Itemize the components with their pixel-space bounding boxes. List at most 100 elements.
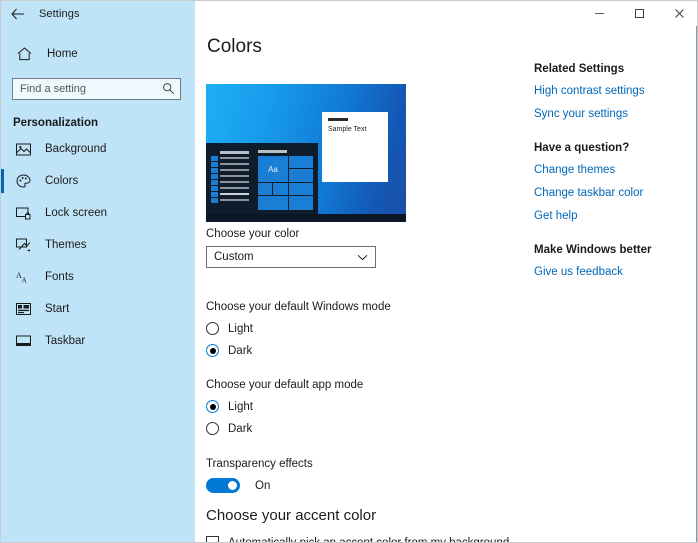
preview-taskbar — [206, 214, 406, 222]
auto-accent-checkbox[interactable] — [206, 536, 219, 542]
accent-section: Choose your accent color Automatically p… — [206, 507, 510, 543]
maximize-button[interactable] — [619, 1, 659, 25]
sidebar-item-lock-screen[interactable]: Lock screen — [1, 197, 195, 229]
preview-tile-aa: Aa — [258, 156, 288, 182]
radio-icon — [206, 422, 219, 435]
app-mode-option-light-label: Light — [228, 400, 253, 413]
themes-icon — [13, 235, 33, 255]
sidebar-item-background-label: Background — [45, 143, 107, 155]
choose-color-value: Custom — [214, 251, 254, 263]
palette-icon — [13, 171, 33, 191]
link-high-contrast-settings[interactable]: High contrast settings — [534, 85, 684, 97]
close-icon — [674, 8, 684, 18]
windows-mode-label: Choose your default Windows mode — [206, 301, 391, 313]
preview-app-window: Sample Text — [322, 112, 388, 182]
app-mode-option-dark-label: Dark — [228, 422, 253, 435]
preview-app-list — [211, 150, 249, 210]
sidebar-item-fonts-label: Fonts — [45, 271, 74, 283]
link-change-themes[interactable]: Change themes — [534, 164, 684, 176]
rail-group-have-a-question: Have a question? Change themes Change ta… — [534, 142, 684, 222]
choose-color-section: Choose your color Custom — [206, 228, 376, 268]
link-get-help[interactable]: Get help — [534, 210, 684, 222]
window-controls — [195, 1, 697, 26]
auto-accent-checkbox-row[interactable]: Automatically pick an accent color from … — [206, 536, 510, 543]
lock-screen-icon — [13, 203, 33, 223]
taskbar-icon — [13, 331, 33, 351]
sidebar-item-start-label: Start — [45, 303, 70, 315]
back-arrow-icon — [11, 8, 24, 19]
sidebar: Home Personalization Background — [1, 26, 195, 542]
minimize-icon — [594, 12, 604, 14]
title-bar: Settings — [1, 1, 697, 26]
sidebar-item-taskbar[interactable]: Taskbar — [1, 325, 195, 357]
transparency-toggle-row: On — [206, 478, 313, 493]
app-mode-option-light[interactable]: Light — [206, 400, 363, 413]
home-icon — [13, 43, 35, 65]
content-scrollbar[interactable] — [696, 26, 697, 542]
sidebar-item-lock-screen-label: Lock screen — [45, 207, 108, 219]
sidebar-item-colors[interactable]: Colors — [1, 165, 195, 197]
svg-text:A: A — [21, 276, 26, 284]
sidebar-item-start[interactable]: Start — [1, 293, 195, 325]
chevron-down-icon — [357, 248, 368, 266]
link-give-us-feedback[interactable]: Give us feedback — [534, 266, 684, 278]
rail-heading-have-a-question: Have a question? — [534, 142, 630, 154]
rail-group-make-windows-better: Make Windows better Give us feedback — [534, 244, 684, 278]
sidebar-item-taskbar-label: Taskbar — [45, 335, 86, 347]
windows-mode-option-light-label: Light — [228, 322, 253, 335]
transparency-section: Transparency effects On — [206, 458, 313, 493]
app-mode-label: Choose your default app mode — [206, 379, 364, 391]
window-title: Settings — [39, 7, 80, 20]
sidebar-item-themes[interactable]: Themes — [1, 229, 195, 261]
rail-heading-related-settings: Related Settings — [534, 63, 625, 75]
windows-mode-option-light[interactable]: Light — [206, 322, 391, 335]
title-bar-left: Settings — [1, 1, 195, 26]
sidebar-item-home-label: Home — [47, 48, 78, 60]
image-icon — [13, 139, 33, 159]
windows-mode-section: Choose your default Windows mode Light D… — [206, 301, 391, 357]
minimize-button[interactable] — [579, 1, 619, 25]
preview-tiles: Aa — [258, 150, 313, 210]
sidebar-item-home[interactable]: Home — [1, 37, 195, 71]
content-pane: Colors Aa Sample Text Choose your color … — [195, 26, 697, 543]
related-settings-rail: Related Settings High contrast settings … — [534, 63, 684, 300]
preview-sample-text: Sample Text — [328, 126, 367, 133]
settings-window: Settings Home Find a setting Personaliza… — [0, 0, 698, 543]
link-sync-your-settings[interactable]: Sync your settings — [534, 108, 684, 120]
fonts-icon: A A — [13, 267, 33, 287]
app-mode-section: Choose your default app mode Light Dark — [206, 379, 363, 435]
transparency-state-label: On — [255, 479, 271, 492]
rail-group-related-settings: Related Settings High contrast settings … — [534, 63, 684, 120]
close-button[interactable] — [659, 1, 697, 25]
preview-start-menu: Aa — [206, 143, 318, 214]
search-box[interactable] — [12, 78, 182, 100]
transparency-label: Transparency effects — [206, 458, 313, 470]
radio-selected-icon — [206, 344, 219, 357]
auto-accent-label: Automatically pick an accent color from … — [228, 536, 510, 543]
radio-icon — [206, 322, 219, 335]
start-icon — [13, 299, 33, 319]
search-icon — [162, 82, 175, 95]
sidebar-item-background[interactable]: Background — [1, 133, 195, 165]
back-button[interactable] — [1, 1, 35, 26]
radio-selected-icon — [206, 400, 219, 413]
page-title: Colors — [207, 36, 262, 57]
transparency-toggle[interactable] — [206, 478, 240, 493]
search-input[interactable] — [13, 79, 182, 99]
sidebar-item-colors-label: Colors — [45, 175, 79, 187]
accent-heading: Choose your accent color — [206, 507, 377, 524]
choose-color-select[interactable]: Custom — [206, 246, 376, 268]
app-mode-option-dark[interactable]: Dark — [206, 422, 363, 435]
sidebar-section-title: Personalization — [13, 117, 98, 129]
choose-color-label: Choose your color — [206, 228, 300, 240]
preview-window-titlebar — [328, 118, 348, 121]
windows-mode-option-dark-label: Dark — [228, 344, 253, 357]
color-preview: Aa Sample Text — [206, 84, 406, 222]
sidebar-item-themes-label: Themes — [45, 239, 87, 251]
rail-heading-make-windows-better: Make Windows better — [534, 244, 652, 256]
maximize-icon — [634, 8, 644, 18]
link-change-taskbar-color[interactable]: Change taskbar color — [534, 187, 684, 199]
toggle-knob — [228, 481, 237, 490]
sidebar-item-fonts[interactable]: A A Fonts — [1, 261, 195, 293]
windows-mode-option-dark[interactable]: Dark — [206, 344, 391, 357]
